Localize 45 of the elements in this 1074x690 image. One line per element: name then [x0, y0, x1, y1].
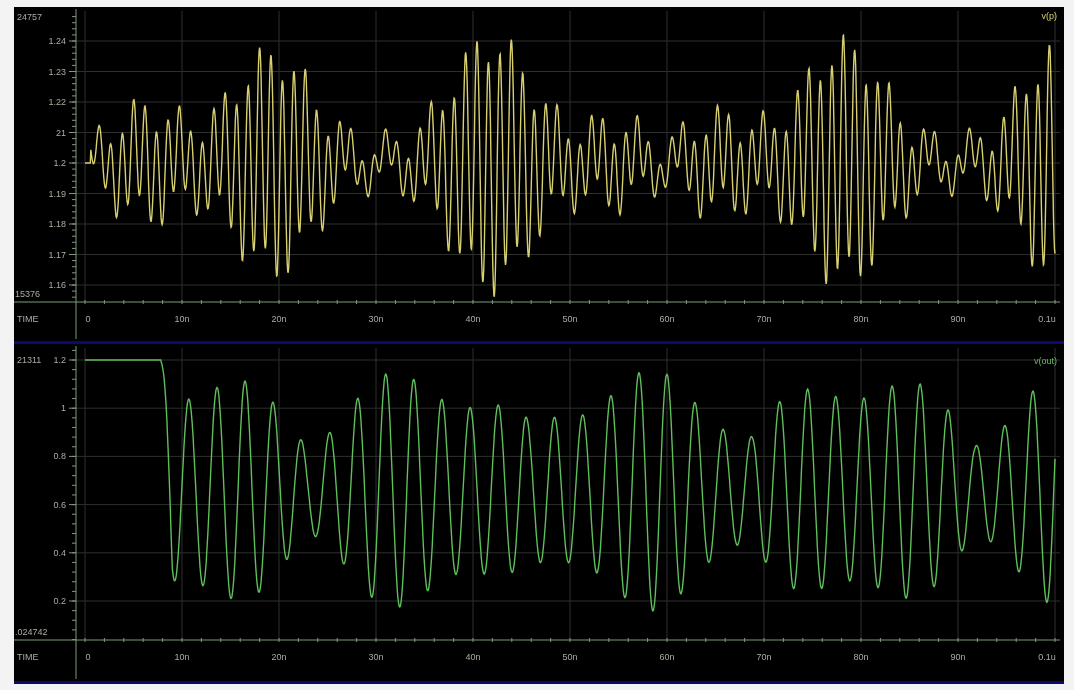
- axis-label: 0.8: [53, 451, 66, 462]
- axis-label: 1.2: [53, 158, 66, 168]
- axis-label: 30n: [368, 314, 384, 324]
- axis-label: 50n: [562, 314, 578, 324]
- signal-label: v(out): [1034, 356, 1057, 366]
- axis-label: 21: [56, 127, 66, 138]
- axis-label: 80n: [853, 652, 869, 662]
- axis-label: 40n: [465, 652, 481, 662]
- axis-label: 0: [85, 652, 91, 662]
- signal-label: v(p): [1041, 11, 1057, 21]
- axis-label: 10n: [174, 314, 190, 324]
- axis-label: 30n: [368, 652, 384, 662]
- axis-label: 0: [85, 314, 91, 324]
- axis-label: 70n: [756, 652, 772, 662]
- axis-label: 0.2: [53, 596, 66, 606]
- axis-label: 70n: [756, 314, 772, 324]
- axis-min-label: 15376: [15, 289, 41, 299]
- axis-label: 1.2: [53, 355, 66, 365]
- axis-label: 60n: [659, 314, 675, 324]
- axis-label: 1.24: [48, 36, 66, 46]
- axis-min-label: .024742: [15, 627, 48, 637]
- axis-label: 1.19: [48, 188, 66, 199]
- axis-label: 20n: [271, 314, 287, 324]
- axis-label: 40n: [465, 314, 481, 324]
- axis-label: 60n: [659, 652, 675, 662]
- axis-label: 1.17: [48, 249, 66, 260]
- axis-max-label: 21311: [17, 355, 42, 365]
- axis-max-label: 24757: [17, 12, 43, 22]
- time-label: TIME: [17, 314, 39, 324]
- axis-label: 1: [61, 403, 66, 414]
- axis-label: 0.1u: [1038, 652, 1056, 662]
- axis-label: 20n: [271, 652, 287, 662]
- axis-label: 90n: [950, 314, 966, 324]
- axis-label: 1.22: [48, 97, 66, 107]
- axis-label: 10n: [174, 652, 190, 662]
- time-label: TIME: [17, 652, 39, 662]
- axis-label: 80n: [853, 314, 869, 324]
- axis-label: 0.6: [53, 499, 66, 510]
- axis-label: 0.4: [53, 547, 66, 558]
- axis-label: 50n: [562, 652, 578, 662]
- axis-label: 1.23: [48, 66, 66, 77]
- axis-label: 0.1u: [1038, 314, 1056, 324]
- axis-label: 1.16: [48, 280, 66, 290]
- axis-label: 90n: [950, 652, 966, 662]
- axis-label: 1.18: [48, 219, 66, 229]
